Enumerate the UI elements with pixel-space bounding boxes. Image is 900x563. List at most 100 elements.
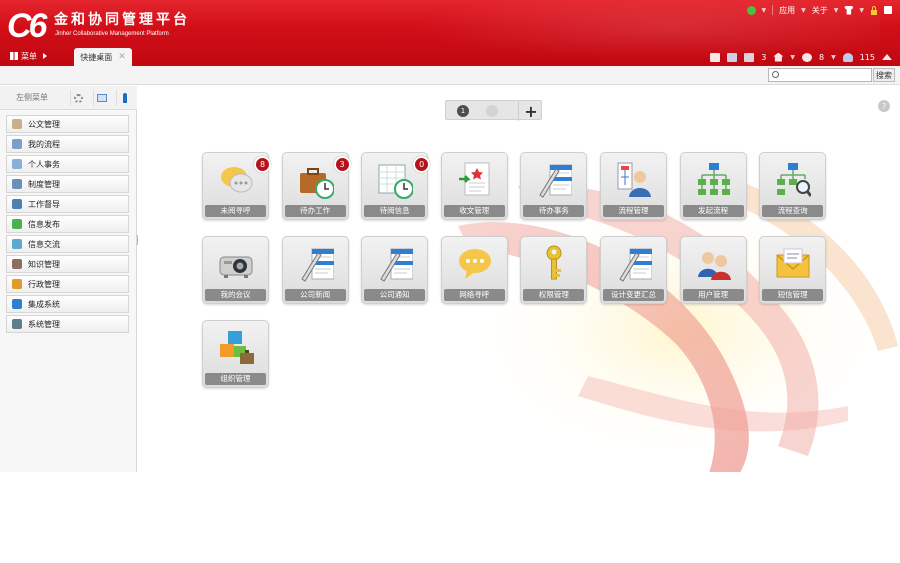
search-input[interactable] (768, 68, 872, 82)
shortcut-tile[interactable]: 公司新闻 (281, 236, 349, 304)
incoming-document-icon (457, 161, 493, 199)
sidebar-item[interactable]: 系统管理 (6, 315, 129, 333)
shortcut-tile[interactable]: 发起流程 (679, 152, 747, 220)
chevron-down-icon[interactable]: ▼ (859, 7, 864, 14)
sidebar-item[interactable]: 我的流程 (6, 135, 129, 153)
chevron-down-icon[interactable]: ▼ (790, 54, 795, 61)
chat-icon[interactable] (802, 52, 812, 62)
page-switcher: 1 + (445, 100, 543, 121)
home-icon[interactable] (773, 52, 784, 62)
chevron-down-icon[interactable]: ▼ (834, 7, 839, 14)
projector-icon (218, 245, 254, 283)
briefcase-clock-icon (298, 161, 335, 199)
sidebar-item[interactable]: 集成系统 (6, 295, 129, 313)
sidebar-pin-button[interactable] (116, 90, 132, 106)
sidebar-item[interactable]: 信息交流 (6, 235, 129, 253)
page-2-button[interactable] (486, 105, 498, 117)
tab-quick-desktop[interactable]: 快捷桌面 ✕ (74, 48, 132, 66)
tile-label: 待阅信息 (364, 205, 426, 217)
sidebar-item[interactable]: 信息发布 (6, 215, 129, 233)
tile-label: 流程查询 (762, 205, 824, 217)
online-count: 115 (859, 52, 875, 62)
tile-label: 待办事务 (523, 205, 585, 217)
sidebar-item[interactable]: 个人事务 (6, 155, 129, 173)
quick-desktop: 1 + ? 8 未阅寻呼 3 待办工作 0 待阅信息 收文管理 待办事务 流程管理 发起流程 流程查… (138, 86, 900, 472)
exit-icon[interactable] (884, 6, 892, 14)
sidebar-item-label: 制度管理 (28, 179, 60, 189)
chat-count: 8 (819, 52, 825, 62)
shortcut-tile[interactable]: 收文管理 (440, 152, 508, 220)
key-icon (536, 245, 572, 283)
shortcut-tile[interactable]: 设计变更汇总 (600, 236, 667, 304)
collapse-up-icon[interactable] (882, 54, 892, 60)
sidebar-item-label: 信息交流 (28, 239, 60, 249)
menu-item-icon (12, 199, 22, 209)
shortcut-tile[interactable]: 网络寻呼 (440, 236, 508, 304)
tile-label: 未阅寻呼 (205, 205, 266, 217)
shortcut-tile[interactable]: 待办事务 (520, 152, 588, 220)
shortcut-tile[interactable]: 权限管理 (520, 236, 588, 304)
tile-label: 公司新闻 (284, 289, 346, 301)
lock-icon[interactable] (870, 5, 878, 15)
tile-label: 公司通知 (364, 289, 426, 301)
help-icon[interactable]: ? (878, 100, 890, 112)
sidebar-item-label: 工作督导 (28, 199, 60, 209)
menu-grid-icon (10, 52, 18, 60)
monitor-icon[interactable] (727, 52, 738, 62)
shortcut-tile[interactable]: 短信管理 (759, 236, 827, 304)
shortcut-tile[interactable]: 流程查询 (759, 152, 827, 220)
divider (772, 5, 774, 15)
pen-form-icon (298, 245, 335, 283)
sidebar-item-label: 集成系统 (28, 299, 60, 309)
chevron-down-icon[interactable]: ▼ (831, 54, 836, 61)
skin-icon[interactable] (844, 5, 854, 15)
tile-label: 组织管理 (205, 373, 266, 385)
chevron-down-icon[interactable]: ▼ (762, 7, 767, 14)
sidebar-item[interactable]: 制度管理 (6, 175, 129, 193)
documents-icon[interactable] (744, 52, 755, 62)
speech-bubble-icon (457, 245, 493, 283)
menu-button[interactable]: 菜单 (10, 50, 47, 62)
tile-label: 发起流程 (682, 205, 744, 217)
menu-item-icon (12, 259, 22, 269)
shortcut-tile[interactable]: 组织管理 (202, 320, 269, 388)
sidebar-settings-button[interactable] (70, 90, 86, 106)
menu-item-icon (12, 299, 22, 309)
status-ok-icon[interactable] (746, 5, 756, 15)
sidebar-view-button[interactable] (93, 90, 109, 106)
add-page-button[interactable]: + (518, 101, 543, 121)
count-badge: 3 (333, 156, 351, 173)
tile-label: 设计变更汇总 (603, 289, 664, 301)
sidebar-item-label: 知识管理 (28, 259, 60, 269)
chevron-down-icon[interactable]: ▼ (801, 7, 806, 14)
pen-form-icon (616, 245, 653, 283)
shortcut-tile[interactable]: 3 待办工作 (281, 152, 351, 220)
pen-form-icon (377, 245, 414, 283)
shortcut-tile[interactable]: 用户管理 (679, 236, 747, 304)
shortcut-tile[interactable]: 0 待阅信息 (361, 152, 431, 220)
search-button[interactable]: 搜索 (873, 68, 895, 82)
about-menu[interactable]: 关于 (812, 5, 828, 16)
sidebar-item[interactable]: 公文管理 (6, 115, 129, 133)
menu-item-icon (12, 219, 22, 229)
users-icon (696, 245, 732, 283)
tile-label: 待办工作 (284, 205, 346, 217)
top-toolbar: ▼ 应用 ▼ 关于 ▼ ▼ (746, 3, 892, 17)
menu-label: 菜单 (21, 51, 37, 61)
shortcut-tile[interactable]: 公司通知 (361, 236, 429, 304)
tile-label: 短信管理 (762, 289, 824, 301)
tab-close-icon[interactable]: ✕ (118, 52, 126, 62)
sidebar-item[interactable]: 知识管理 (6, 255, 129, 273)
online-users-icon[interactable] (842, 52, 853, 62)
shortcut-tile[interactable]: 我的会议 (202, 236, 269, 304)
header: C6 金和协同管理平台 Jinher Collaborative Managem… (0, 0, 900, 66)
documents-count: 3 (761, 52, 767, 62)
shortcut-tile[interactable]: 8 未阅寻呼 (202, 152, 271, 220)
sidebar-item[interactable]: 行政管理 (6, 275, 129, 293)
tile-label: 权限管理 (523, 289, 585, 301)
calendar-icon[interactable] (710, 52, 721, 62)
shortcut-tile[interactable]: 流程管理 (600, 152, 667, 220)
apps-menu[interactable]: 应用 (779, 5, 795, 16)
sidebar-item[interactable]: 工作督导 (6, 195, 129, 213)
page-1-button[interactable]: 1 (457, 105, 469, 117)
